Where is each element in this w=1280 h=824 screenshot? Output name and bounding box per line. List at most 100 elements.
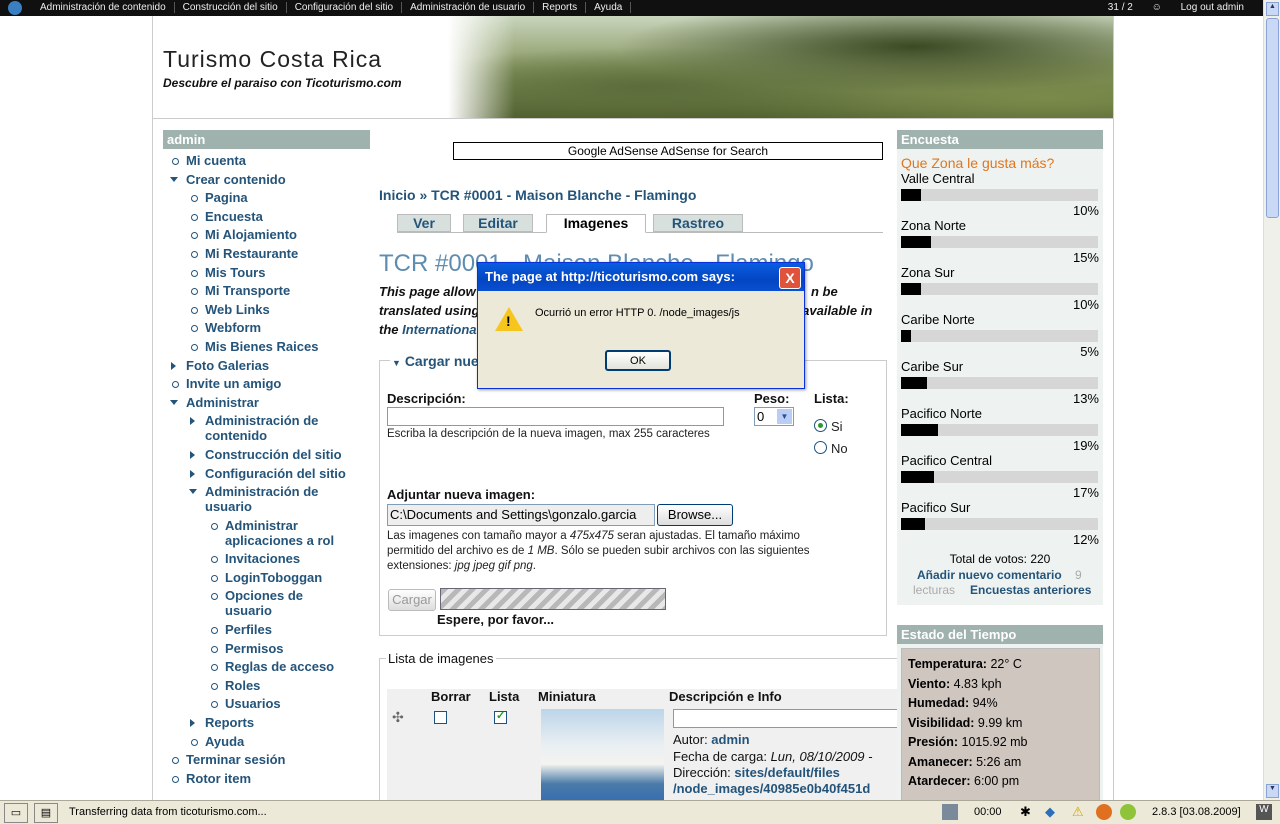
tab-imagenes[interactable]: Imagenes — [546, 214, 646, 233]
addon-icon[interactable] — [1120, 804, 1136, 820]
nav-item[interactable]: LoginToboggan — [211, 570, 370, 585]
nav-link[interactable]: Foto Galerias — [186, 358, 269, 373]
nav-link[interactable]: Web Links — [205, 302, 270, 317]
file-path-input[interactable]: C:\Documents and Settings\gonzalo.garcia — [387, 504, 655, 526]
nav-link[interactable]: Reports — [205, 715, 254, 730]
admin-menu-site-config[interactable]: Configuración del sitio — [287, 2, 403, 13]
nav-item[interactable]: Invite un amigo — [172, 376, 370, 391]
nav-link[interactable]: Mis Tours — [205, 265, 265, 280]
nav-item[interactable]: Encuesta — [191, 209, 370, 224]
nav-item[interactable]: Roles — [211, 678, 370, 693]
nav-link[interactable]: Construcción del sitio — [205, 447, 342, 462]
radio-no[interactable] — [814, 441, 827, 454]
upload-legend[interactable]: ▼ Cargar nue — [390, 353, 481, 369]
nav-item[interactable]: Invitaciones — [211, 551, 370, 566]
add-comment-link[interactable]: Añadir nuevo comentario — [917, 568, 1062, 582]
admin-menu-content[interactable]: Administración de contenido — [32, 2, 175, 13]
drag-handle-icon[interactable]: ✣ — [392, 709, 404, 726]
wordpress-icon[interactable]: W — [1256, 804, 1272, 820]
nav-link[interactable]: Encuesta — [205, 209, 263, 224]
nav-item[interactable]: Ayuda — [191, 734, 370, 749]
image-thumbnail[interactable] — [541, 709, 664, 800]
nav-link[interactable]: Mi Alojamiento — [205, 227, 297, 242]
close-icon[interactable]: X — [779, 267, 801, 289]
nav-item[interactable]: Perfiles — [211, 622, 370, 637]
nav-link[interactable]: Terminar sesión — [186, 752, 285, 767]
nav-link[interactable]: Configuración del sitio — [205, 466, 346, 481]
nav-link[interactable]: Crear contenido — [186, 172, 286, 187]
nav-item[interactable]: Webform — [191, 320, 370, 335]
image-description-input[interactable] — [673, 709, 899, 728]
tab-ver[interactable]: Ver — [397, 214, 451, 232]
weight-select[interactable]: 0 ▼ — [754, 407, 794, 426]
scroll-up-arrow-icon[interactable]: ▲ — [1266, 2, 1279, 16]
nav-link[interactable]: Invitaciones — [225, 551, 300, 566]
nav-link[interactable]: Mi Restaurante — [205, 246, 298, 261]
nav-link[interactable]: Webform — [205, 320, 261, 335]
nav-item[interactable]: Foto Galerias — [171, 358, 370, 373]
nav-item[interactable]: Permisos — [211, 641, 370, 656]
description-input[interactable] — [387, 407, 724, 426]
nav-item[interactable]: Mis Bienes Raices — [191, 339, 370, 354]
nav-item[interactable]: Pagina — [191, 190, 370, 205]
vertical-scrollbar[interactable]: ▲ ▼ — [1263, 0, 1280, 800]
nav-link[interactable]: Pagina — [205, 190, 248, 205]
admin-menu-reports[interactable]: Reports — [534, 2, 587, 13]
radio-si[interactable] — [814, 419, 827, 432]
nav-item[interactable]: Mi cuenta — [172, 153, 370, 168]
international-link[interactable]: International — [402, 322, 480, 337]
admin-menu-user-management[interactable]: Administración de usuario — [402, 2, 535, 13]
nav-link[interactable]: Administrar — [186, 395, 259, 410]
nav-item[interactable]: Usuarios — [211, 696, 370, 711]
nav-item[interactable]: Administrar — [170, 395, 370, 410]
scroll-thumb[interactable] — [1266, 18, 1279, 218]
nav-item[interactable]: Reglas de acceso — [211, 659, 370, 674]
status-toggle-icon[interactable]: ▭ — [4, 803, 28, 823]
warning-small-icon[interactable]: ⚠ — [1072, 804, 1088, 820]
browse-button[interactable]: Browse... — [657, 504, 733, 526]
nav-link[interactable]: Roles — [225, 678, 260, 693]
nav-link[interactable]: Permisos — [225, 641, 284, 656]
ok-button[interactable]: OK — [605, 350, 671, 371]
nav-link[interactable]: Ayuda — [205, 734, 244, 749]
nav-link[interactable]: Mi cuenta — [186, 153, 246, 168]
nav-item[interactable]: Reports — [190, 715, 370, 730]
nav-item[interactable]: Opciones de usuario — [211, 588, 335, 618]
chevron-down-icon[interactable]: ▼ — [777, 409, 792, 424]
nav-link[interactable]: Invite un amigo — [186, 376, 281, 391]
firefox-icon[interactable] — [1096, 804, 1112, 820]
tab-editar[interactable]: Editar — [463, 214, 533, 232]
upload-button[interactable]: Cargar — [388, 589, 436, 611]
nav-link[interactable]: Administración de usuario — [205, 484, 318, 514]
tools-icon[interactable]: ✱ — [1020, 804, 1036, 820]
monitor-icon[interactable] — [942, 804, 958, 820]
list-checkbox[interactable] — [494, 709, 507, 724]
adsense-search-box[interactable]: Google AdSense AdSense for Search — [453, 142, 883, 160]
nav-item[interactable]: Rotor item — [172, 771, 370, 786]
nav-link[interactable]: LoginToboggan — [225, 570, 322, 585]
security-icon[interactable]: ◆ — [1045, 804, 1061, 820]
nav-item[interactable]: Web Links — [191, 302, 370, 317]
nav-item[interactable]: Configuración del sitio — [190, 466, 370, 481]
nav-item[interactable]: Mis Tours — [191, 265, 370, 280]
nav-link[interactable]: Perfiles — [225, 622, 272, 637]
logout-link[interactable]: Log out admin — [1173, 2, 1252, 13]
nav-link[interactable]: Administración de contenido — [205, 413, 318, 443]
site-name[interactable]: Turismo Costa Rica — [163, 46, 382, 73]
scroll-down-arrow-icon[interactable]: ▼ — [1266, 784, 1279, 798]
drupal-logo-icon[interactable] — [8, 1, 22, 15]
older-polls-link[interactable]: Encuestas anteriores — [970, 583, 1091, 597]
tab-rastreo[interactable]: Rastreo — [653, 214, 743, 232]
path-link[interactable]: sites/default/files — [734, 765, 839, 780]
nav-item[interactable]: Administración de contenido — [190, 413, 335, 443]
nav-item[interactable]: Construcción del sitio — [190, 447, 370, 462]
page-info-icon[interactable]: ▤ — [34, 803, 58, 823]
nav-item[interactable]: Administrar aplicaciones a rol — [211, 518, 355, 548]
admin-menu-site-building[interactable]: Construcción del sitio — [175, 2, 287, 13]
author-link[interactable]: admin — [711, 732, 749, 747]
nav-link[interactable]: Reglas de acceso — [225, 659, 334, 674]
nav-link[interactable]: Mi Transporte — [205, 283, 290, 298]
nav-item[interactable]: Mi Restaurante — [191, 246, 370, 261]
breadcrumb[interactable]: Inicio » TCR #0001 - Maison Blanche - Fl… — [379, 187, 696, 203]
nav-item[interactable]: Terminar sesión — [172, 752, 370, 767]
